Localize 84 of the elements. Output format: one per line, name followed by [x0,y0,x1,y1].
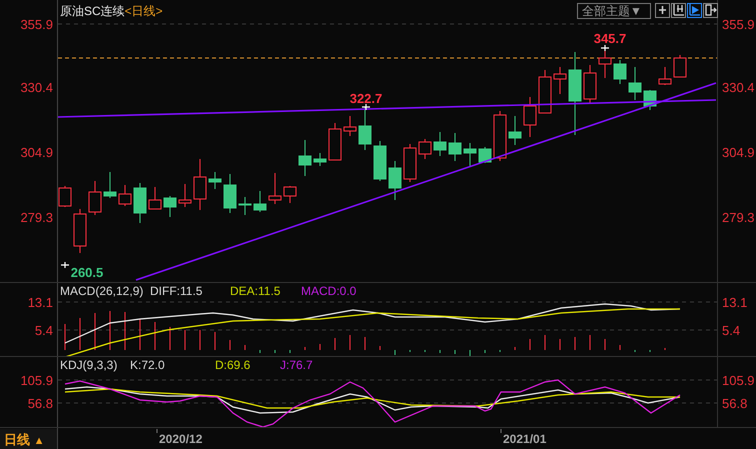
tool-button[interactable] [671,3,686,18]
axis-label: 5.4 [34,323,53,338]
candle [238,196,252,216]
tool-button[interactable] [703,3,718,18]
candle [104,172,116,198]
play-icon [689,4,700,16]
candle [134,182,146,224]
price-annotation: 322.7 [350,91,382,106]
candle [194,158,206,210]
period-selector[interactable] [0,429,57,449]
candle [538,70,552,114]
indicator-reading: J:76.7 [280,358,313,372]
candle [614,60,626,84]
axis-label: 279.3 [722,210,755,225]
date-label: 2020/12 [159,432,202,446]
axis-label: 304.9 [20,145,53,160]
candle [404,144,416,182]
axis-label: 13.1 [28,295,53,310]
period-label: <日线> [124,4,163,18]
candle [674,54,686,78]
indicator-reading: MACD:0.0 [301,284,356,298]
chart-title: 原油SC连续 [60,4,125,18]
indicator-reading: K:72.0 [130,358,165,372]
high-marker [600,44,610,52]
candle [268,172,282,204]
axis-label: 279.3 [20,210,53,225]
range-icon [673,4,684,16]
candle [628,66,642,100]
candle [208,172,222,190]
high-marker [361,103,371,111]
candle [224,174,236,214]
axis-label: 5.4 [722,323,740,338]
candle [358,106,372,150]
indicator-reading: D:69.6 [215,358,250,372]
axis-label: 56.8 [28,396,53,411]
candle [554,66,566,94]
price-annotation: 345.7 [594,31,626,46]
candle [88,180,102,216]
candle [464,142,476,166]
date-label: 2021/01 [503,432,546,446]
price-annotation: 260.5 [70,265,104,280]
export-icon [705,4,717,16]
candle [74,208,86,254]
candle [314,152,326,166]
candle [508,116,522,146]
candle [434,132,446,156]
candle [254,190,266,212]
candle [328,122,342,160]
candle [178,184,192,208]
candle [374,140,386,182]
candle [118,184,132,206]
axis-label: 330.4 [20,80,53,95]
candle [584,64,596,104]
indicator-name: MACD(26,12,9) [60,284,144,298]
crosshair-icon [659,6,666,14]
candle [524,96,536,138]
axis-label: 355.9 [20,17,53,32]
candle [148,186,162,210]
candle [494,110,506,162]
axis-label: 13.1 [722,295,748,310]
axis-label: 105.9 [722,373,755,388]
candle [658,66,672,86]
axis-label: 330.4 [722,80,755,95]
candle [164,196,176,218]
axis-label: 355.9 [722,17,755,32]
tool-button[interactable] [687,3,702,18]
axis-label: 56.8 [722,396,748,411]
indicator-name: KDJ(9,3,3) [60,358,118,372]
candle [58,186,72,208]
candle [418,138,432,160]
candle [448,132,462,162]
indicator-reading: DIFF:11.5 [150,284,202,298]
candle [388,160,402,200]
candle [298,140,312,176]
candle [284,186,296,204]
tool-button[interactable] [655,3,670,18]
low-marker [60,261,70,269]
candle [478,146,492,164]
theme-dropdown[interactable]: 全部主题▼ [577,3,651,19]
indicator-reading: DEA:11.5 [230,284,280,298]
candle [344,116,356,136]
axis-label: 304.9 [722,145,755,160]
axis-label: 105.9 [20,373,53,388]
period-button[interactable]: 日线 ▲ [4,432,45,447]
